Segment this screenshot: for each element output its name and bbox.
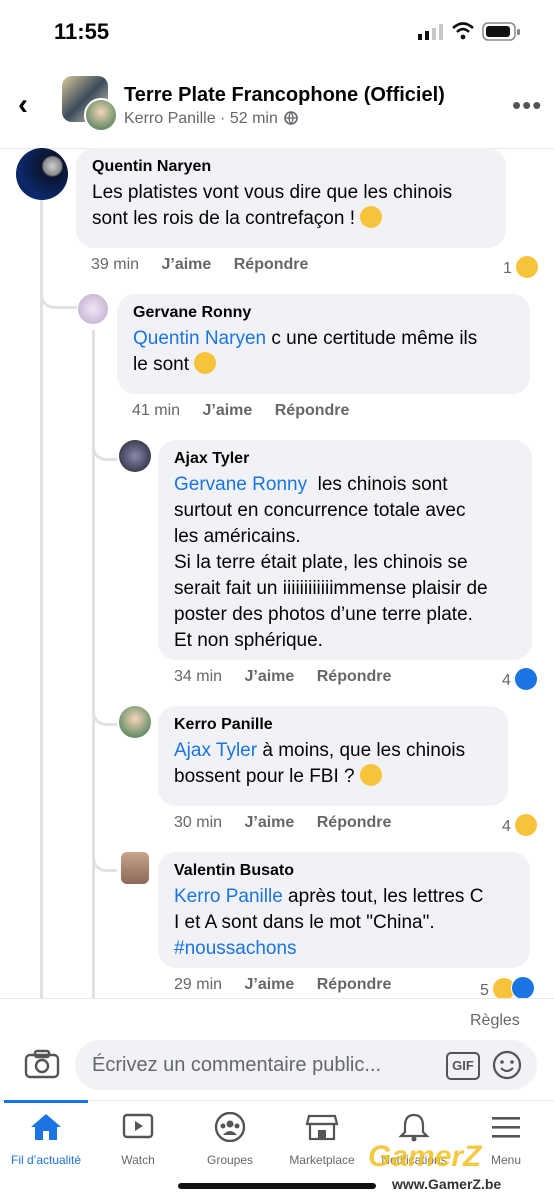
comment-actions: 29 min J’aime Répondre [174, 976, 391, 994]
tab-watch[interactable]: Watch [88, 1112, 188, 1167]
comment-bubble: Quentin Naryen Les platistes vont vous d… [76, 148, 506, 248]
comment-actions: 34 min J’aime Répondre [174, 668, 391, 686]
thread-connector [92, 697, 117, 726]
tab-label: Groupes [206, 1153, 254, 1167]
comment-time: 29 min [174, 976, 223, 993]
gif-icon[interactable]: GIF [446, 1052, 480, 1080]
comment-time: 30 min [174, 814, 223, 831]
like-link[interactable]: J’aime [244, 668, 294, 685]
like-link[interactable]: J’aime [244, 814, 294, 831]
bell-icon [398, 1113, 430, 1142]
commenter-name[interactable]: Quentin Naryen [92, 158, 490, 176]
reaction-count[interactable]: 4 [502, 668, 538, 690]
mention-link[interactable]: Quentin Naryen [133, 328, 266, 349]
comment-time: 34 min [174, 668, 223, 685]
menu-icon [492, 1117, 520, 1138]
comment-bubble: Ajax Tyler Gervane Ronny les chinois son… [158, 440, 532, 660]
active-tab-indicator [4, 1100, 88, 1103]
thread-line [40, 200, 43, 1000]
commenter-name[interactable]: Kerro Panille [174, 716, 492, 734]
comment-placeholder[interactable]: Écrivez un commentaire public... [92, 1054, 381, 1077]
home-icon [31, 1114, 61, 1140]
reaction-count[interactable]: 5 [480, 976, 536, 1000]
post-author[interactable]: Kerro Panille [124, 110, 216, 127]
tab-label: Fil d’actualité [10, 1153, 82, 1167]
comment-bubble: Gervane Ronny Quentin Naryen c une certi… [117, 294, 530, 394]
reaction-count[interactable]: 1 [503, 256, 539, 278]
haha-reaction-icon [516, 256, 539, 278]
status-bar: 11:55 [0, 0, 554, 62]
post-age: 52 min [229, 110, 278, 127]
comment-text: les chinois sont surtout en concurrence … [174, 474, 488, 651]
clock: 11:55 [54, 19, 110, 44]
comment-bubble: Kerro Panille Ajax Tyler à moins, que le… [158, 706, 508, 806]
tab-label: Marketplace [289, 1153, 355, 1167]
reaction-count[interactable]: 4 [502, 814, 538, 836]
emoji-icon[interactable] [492, 1050, 522, 1080]
battery-icon [482, 22, 520, 41]
mention-link[interactable]: Kerro Panille [174, 886, 283, 907]
back-arrow-icon[interactable]: ‹ [18, 88, 28, 122]
hashtag-link[interactable]: #noussachons [174, 938, 297, 959]
like-link[interactable]: J’aime [161, 256, 211, 273]
author-avatar[interactable] [84, 98, 118, 132]
commenter-avatar[interactable] [78, 294, 108, 324]
tab-home[interactable]: Fil d’actualité [0, 1112, 96, 1167]
groups-icon [214, 1111, 246, 1143]
comment-actions: 39 min J’aime Répondre [91, 256, 308, 274]
marketplace-icon [305, 1114, 339, 1141]
reaction-number: 4 [502, 672, 511, 689]
signal-icon [418, 24, 443, 40]
comment-bubble: Valentin Busato Kerro Panille après tout… [158, 852, 530, 968]
mention-link[interactable]: Gervane Ronny [174, 474, 307, 495]
tab-marketplace[interactable]: Marketplace [272, 1112, 372, 1167]
reaction-number: 5 [480, 982, 489, 999]
rules-link[interactable]: Règles [470, 1012, 520, 1030]
like-link[interactable]: J’aime [202, 402, 252, 419]
reply-link[interactable]: Répondre [317, 668, 392, 685]
commenter-avatar[interactable] [119, 706, 151, 738]
reply-link[interactable]: Répondre [275, 402, 350, 419]
globe-icon [284, 111, 299, 125]
commenter-name[interactable]: Valentin Busato [174, 862, 514, 880]
post-byline: Kerro Panille · 52 min [124, 110, 299, 128]
thread-connector [92, 843, 117, 872]
thread-line [92, 330, 95, 1000]
tab-groups[interactable]: Groupes [180, 1111, 280, 1167]
comment-actions: 30 min J’aime Répondre [174, 814, 391, 832]
watch-icon [122, 1113, 154, 1139]
reply-link[interactable]: Répondre [234, 256, 309, 273]
thinking-emoji-icon [359, 764, 382, 786]
comment-text: Les platistes vont vous dire que les chi… [92, 182, 453, 229]
comment-actions: 41 min J’aime Répondre [132, 402, 349, 420]
watermark-url: www.GamerZ.be [392, 1176, 502, 1192]
commenter-avatar[interactable] [16, 148, 68, 200]
mention-link[interactable]: Ajax Tyler [174, 740, 257, 761]
comment-time: 39 min [91, 256, 140, 273]
comment-time: 41 min [132, 402, 181, 419]
more-options-icon[interactable]: ••• [512, 90, 542, 121]
camera-icon[interactable] [24, 1048, 60, 1080]
like-reaction-icon [511, 976, 536, 1000]
thread-connector [92, 432, 117, 461]
wink-emoji-icon [194, 352, 217, 374]
commenter-avatar[interactable] [121, 852, 149, 884]
like-reaction-icon [515, 668, 538, 690]
wink-emoji-icon [360, 206, 383, 228]
like-link[interactable]: J’aime [244, 976, 294, 993]
reply-link[interactable]: Répondre [317, 814, 392, 831]
home-indicator [178, 1183, 376, 1189]
thread-connector [40, 278, 77, 309]
haha-reaction-icon [515, 814, 538, 836]
watermark-logo: GamerZ [368, 1140, 482, 1173]
reaction-number: 1 [503, 260, 512, 277]
tab-label: Watch [121, 1153, 155, 1167]
reply-link[interactable]: Répondre [317, 976, 392, 993]
wifi-icon [452, 22, 474, 40]
group-title[interactable]: Terre Plate Francophone (Officiel) [124, 84, 445, 107]
reaction-number: 4 [502, 818, 511, 835]
commenter-avatar[interactable] [119, 440, 151, 472]
commenter-name[interactable]: Ajax Tyler [174, 450, 516, 468]
commenter-name[interactable]: Gervane Ronny [133, 304, 514, 322]
